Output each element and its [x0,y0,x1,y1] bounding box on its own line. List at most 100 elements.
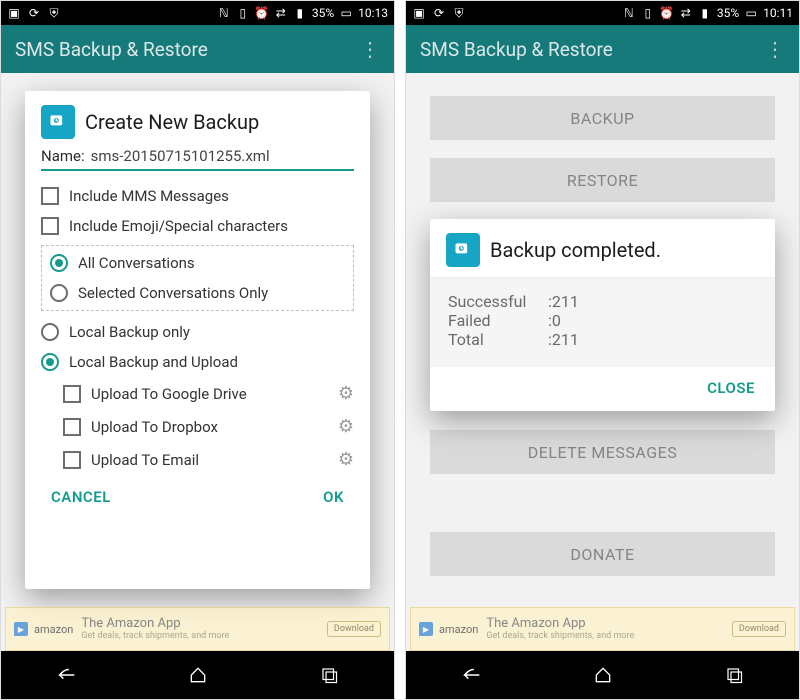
dialog-title: Create New Backup [85,110,259,134]
notif1-icon: ▣ [412,6,426,20]
failed-value: 0 [552,311,561,330]
status-bar: ▣ ⟳ ⛨ ℕ ▯ ⏰ ⇄ ▮ 35% ▭ 10:11 [406,1,799,25]
recent-icon[interactable] [316,662,342,688]
gear-icon[interactable]: ⚙ [338,416,354,437]
ad-subtitle: Get deals, track shipments, and more [81,631,229,641]
alarm-icon: ⏰ [255,6,269,20]
ad-brand: amazon [439,623,478,636]
dialog-title: Backup completed. [490,238,661,262]
overflow-menu-icon[interactable]: ⋮ [765,37,785,61]
upload-email-checkbox[interactable]: Upload To Email ⚙ [63,443,354,476]
ad-badge-icon: ▶ [14,622,28,636]
radio-icon [41,323,59,341]
ad-banner[interactable]: ▶ amazon The Amazon App Get deals, track… [5,607,390,651]
vibrate-icon: ▯ [641,6,655,20]
cancel-button[interactable]: CANCEL [51,488,111,506]
ad-badge-icon: ▶ [419,622,433,636]
all-conversations-label: All Conversations [78,254,195,272]
include-mms-label: Include MMS Messages [69,187,229,205]
battery-icon: ▭ [339,6,353,20]
delete-messages-button[interactable]: DELETE MESSAGES [430,430,775,474]
include-emoji-checkbox[interactable]: Include Emoji/Special characters [41,211,354,241]
notif2-icon: ⟳ [27,6,41,20]
home-icon[interactable] [185,662,211,688]
checkbox-icon [63,385,81,403]
battery-icon: ▭ [744,6,758,20]
gear-icon[interactable]: ⚙ [338,449,354,470]
checkbox-icon [41,217,59,235]
all-conversations-radio[interactable]: All Conversations [50,248,345,278]
total-label: Total [448,330,548,349]
overflow-menu-icon[interactable]: ⋮ [360,37,380,61]
back-icon[interactable] [459,662,485,688]
donate-button[interactable]: DONATE [430,532,775,576]
local-upload-radio[interactable]: Local Backup and Upload [41,347,354,377]
local-upload-label: Local Backup and Upload [69,353,238,371]
upload-dropbox-label: Upload To Dropbox [91,418,218,436]
ad-download-button[interactable]: Download [327,621,381,637]
app-bar: SMS Backup & Restore ⋮ [406,25,799,73]
backup-button[interactable]: BACKUP [430,96,775,140]
clock-text: 10:13 [358,6,388,20]
radio-icon [50,284,68,302]
app-title: SMS Backup & Restore [420,38,613,61]
conversation-scope-group: All Conversations Selected Conversations… [41,245,354,311]
checkbox-icon [41,187,59,205]
checkbox-icon [63,418,81,436]
checkbox-icon [63,451,81,469]
nav-bar [1,651,394,699]
app-logo-icon [446,233,480,267]
app-bar: SMS Backup & Restore ⋮ [1,25,394,73]
ok-button[interactable]: OK [323,488,344,506]
shield-icon: ⛨ [47,6,61,20]
ad-subtitle: Get deals, track shipments, and more [486,631,634,641]
radio-selected-icon [41,353,59,371]
signal-icon: ▮ [293,6,307,20]
status-bar: ▣ ⟳ ⛨ ℕ ▯ ⏰ ⇄ ▮ 35% ▭ 10:13 [1,1,394,25]
backup-completed-dialog: Backup completed. Successful: 211 Failed… [430,219,775,411]
selected-conversations-radio[interactable]: Selected Conversations Only [50,278,345,308]
ad-banner[interactable]: ▶ amazon The Amazon App Get deals, track… [410,607,795,651]
local-only-radio[interactable]: Local Backup only [41,317,354,347]
clock-text: 10:11 [763,6,793,20]
ad-title: The Amazon App [486,617,634,631]
shield-icon: ⛨ [452,6,466,20]
upload-gdrive-label: Upload To Google Drive [91,385,247,403]
ad-title: The Amazon App [81,617,229,631]
name-value: sms-20150715101255.xml [91,147,270,165]
app-title: SMS Backup & Restore [15,38,208,61]
radio-selected-icon [50,254,68,272]
notif1-icon: ▣ [7,6,21,20]
close-button[interactable]: CLOSE [707,379,755,397]
battery-text: 35% [717,6,739,20]
wifi-icon: ⇄ [679,6,693,20]
battery-text: 35% [312,6,334,20]
filename-field[interactable]: Name: sms-20150715101255.xml [41,147,354,171]
alarm-icon: ⏰ [660,6,674,20]
notif2-icon: ⟳ [432,6,446,20]
home-icon[interactable] [590,662,616,688]
phone-right: ▣ ⟳ ⛨ ℕ ▯ ⏰ ⇄ ▮ 35% ▭ 10:11 SMS Backup &… [405,0,800,700]
back-icon[interactable] [54,662,80,688]
nfc-icon: ℕ [622,6,636,20]
upload-dropbox-checkbox[interactable]: Upload To Dropbox ⚙ [63,410,354,443]
wifi-icon: ⇄ [274,6,288,20]
ad-download-button[interactable]: Download [732,621,786,637]
failed-label: Failed [448,311,548,330]
include-mms-checkbox[interactable]: Include MMS Messages [41,181,354,211]
phone-left: ▣ ⟳ ⛨ ℕ ▯ ⏰ ⇄ ▮ 35% ▭ 10:13 SMS Backup &… [0,0,395,700]
selected-conversations-label: Selected Conversations Only [78,284,268,302]
local-only-label: Local Backup only [69,323,190,341]
recent-icon[interactable] [721,662,747,688]
ad-brand: amazon [34,623,73,636]
restore-button[interactable]: RESTORE [430,158,775,202]
total-value: 211 [552,330,579,349]
name-label: Name: [41,147,85,165]
successful-label: Successful [448,292,548,311]
backup-stats: Successful: 211 Failed: 0 Total: 211 [430,278,775,367]
create-backup-dialog: Create New Backup Name: sms-201507151012… [25,91,370,589]
upload-gdrive-checkbox[interactable]: Upload To Google Drive ⚙ [63,377,354,410]
nav-bar [406,651,799,699]
gear-icon[interactable]: ⚙ [338,383,354,404]
include-emoji-label: Include Emoji/Special characters [69,217,288,235]
